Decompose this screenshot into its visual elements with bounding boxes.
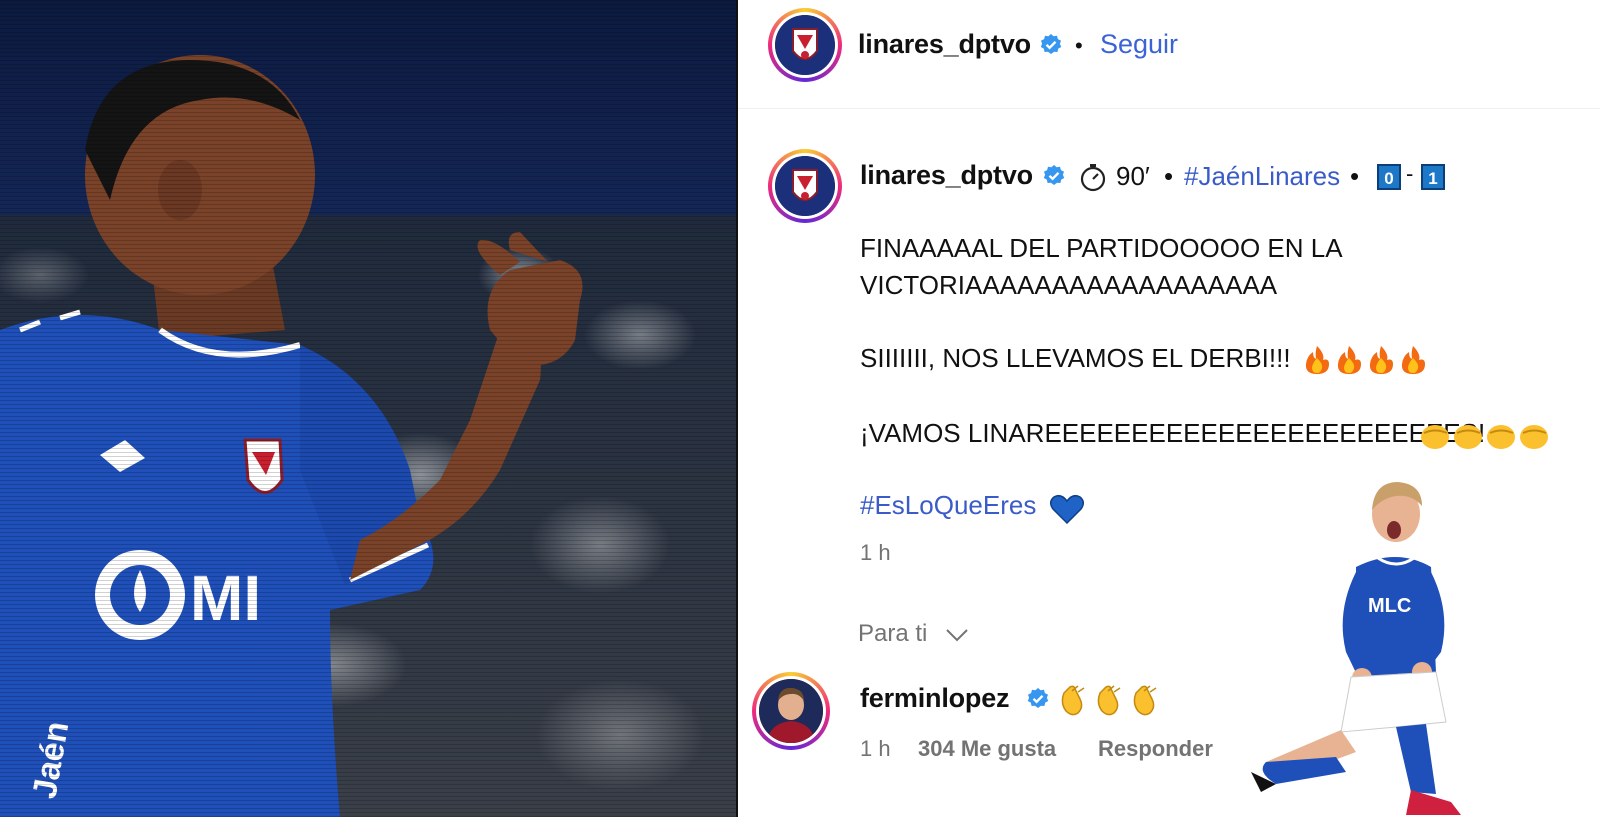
- blue-heart-icon: [1050, 494, 1084, 524]
- commenter-avatar[interactable]: [752, 672, 830, 750]
- verified-icon: [1027, 688, 1049, 708]
- reply-button[interactable]: Responder: [1098, 736, 1213, 762]
- post-header: linares_dptvo • Seguir: [738, 0, 1600, 109]
- post-side-panel: linares_dptvo • Seguir linares_dptvo 90′…: [738, 0, 1600, 817]
- scanline-overlay: [0, 0, 736, 817]
- fist-bump-emoji-icon: [1421, 425, 1548, 449]
- club-crest-icon: [775, 15, 835, 75]
- score-away: 1: [1421, 164, 1445, 190]
- svg-text:MLC: MLC: [1368, 595, 1411, 617]
- caption-line-4: ¡VAMOS LINAREEEEEEEEEEEEEEEEEEEEEEEES!: [860, 418, 1486, 448]
- post-username[interactable]: linares_dptvo: [860, 160, 1033, 191]
- match-minute: 90′: [1116, 161, 1150, 191]
- caption-line-2: VICTORIAAAAAAAAAAAAAAAAAA: [860, 270, 1278, 300]
- person-photo-icon: [759, 679, 823, 743]
- chevron-down-icon[interactable]: [944, 626, 970, 644]
- caption-line-3: SIIIIIII, NOS LLEVAMOS EL DERBI!!!: [860, 343, 1291, 373]
- header-separator: •: [1075, 33, 1083, 58]
- header-avatar[interactable]: [768, 8, 842, 82]
- follow-button[interactable]: Seguir: [1100, 29, 1178, 60]
- verified-icon: [1040, 34, 1062, 54]
- caption-line-1: FINAAAAAL DEL PARTIDOOOOO EN LA: [860, 233, 1343, 263]
- hashtag-match-link[interactable]: #JaénLinares: [1184, 161, 1340, 192]
- comments-filter-label[interactable]: Para ti: [858, 620, 927, 648]
- fire-emoji-icon: [1305, 346, 1425, 374]
- post-photo: MI Jaén: [0, 0, 736, 817]
- comment-likes[interactable]: 304 Me gusta: [918, 736, 1056, 762]
- verified-icon: [1043, 165, 1065, 185]
- header-username[interactable]: linares_dptvo: [858, 29, 1031, 60]
- score-dash: -: [1406, 161, 1414, 186]
- clap-emoji-icon: [1061, 685, 1157, 716]
- score-home: 0: [1377, 164, 1401, 190]
- post-author-avatar[interactable]: [768, 149, 842, 223]
- caption-separator: •: [1350, 161, 1360, 191]
- stopwatch-icon: [1080, 164, 1106, 192]
- player-celebration-sticker: MLC: [1251, 482, 1461, 815]
- commenter-username[interactable]: ferminlopez: [860, 683, 1010, 714]
- post-timestamp[interactable]: 1 h: [860, 540, 891, 566]
- hashtag-club-link[interactable]: #EsLoQueEres: [860, 490, 1036, 521]
- comment-timestamp[interactable]: 1 h: [860, 736, 891, 762]
- club-crest-icon: [775, 156, 835, 216]
- caption-separator: •: [1164, 161, 1174, 191]
